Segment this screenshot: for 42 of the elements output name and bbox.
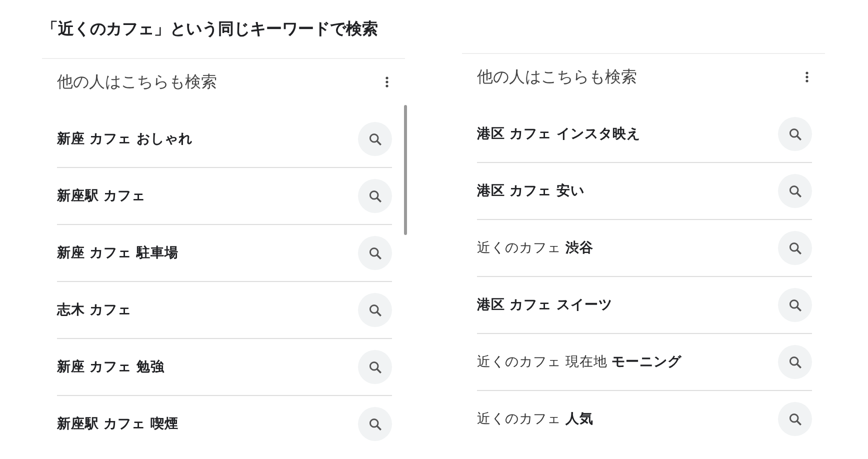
more-options-icon[interactable] [385, 76, 389, 88]
search-icon [368, 246, 382, 260]
section-heading: 他の人はこちらも検索 [57, 72, 217, 92]
search-button[interactable] [358, 407, 392, 441]
search-button[interactable] [778, 231, 812, 265]
search-icon [368, 418, 382, 430]
search-suggestion[interactable]: 港区 カフェ 安い [477, 182, 584, 200]
search-suggestion[interactable]: 新座 カフェ 勉強 [57, 358, 164, 376]
search-button[interactable] [358, 179, 392, 213]
page-title: 「近くのカフェ」という同じキーワードで検索 [41, 18, 379, 40]
search-icon [788, 412, 802, 426]
search-button[interactable] [358, 293, 392, 327]
search-icon [368, 190, 382, 202]
search-button[interactable] [358, 350, 392, 384]
search-icon [788, 184, 802, 198]
section-heading: 他の人はこちらも検索 [477, 66, 637, 88]
search-button[interactable] [778, 345, 812, 379]
search-suggestion[interactable]: 港区 カフェ スイーツ [477, 296, 612, 314]
search-button[interactable] [778, 288, 812, 322]
search-suggestion[interactable]: 近くのカフェ 人気 [477, 410, 594, 428]
search-button[interactable] [358, 236, 392, 270]
scrollbar[interactable] [404, 105, 407, 235]
search-icon [368, 360, 382, 374]
search-suggestion[interactable]: 新座駅 カフェ [57, 187, 146, 205]
search-icon [368, 132, 382, 146]
search-icon [368, 304, 382, 316]
more-options-icon[interactable] [805, 71, 809, 83]
search-button[interactable] [778, 402, 812, 436]
search-suggestion[interactable]: 新座駅 カフェ 喫煙 [57, 415, 178, 433]
search-suggestion[interactable]: 新座 カフェ おしゃれ [57, 130, 192, 148]
search-button[interactable] [778, 117, 812, 151]
search-icon [788, 128, 802, 140]
search-suggestion[interactable]: 近くのカフェ 渋谷 [477, 239, 594, 257]
search-icon [788, 356, 802, 368]
search-button[interactable] [778, 174, 812, 208]
search-icon [788, 298, 802, 312]
search-button[interactable] [358, 122, 392, 156]
search-suggestion[interactable]: 志木 カフェ [57, 301, 132, 319]
search-icon [788, 242, 802, 254]
search-suggestion[interactable]: 新座 カフェ 駐車場 [57, 244, 178, 262]
search-suggestion[interactable]: 近くのカフェ 現在地 モーニング [477, 353, 682, 371]
search-suggestion[interactable]: 港区 カフェ インスタ映え [477, 125, 640, 143]
